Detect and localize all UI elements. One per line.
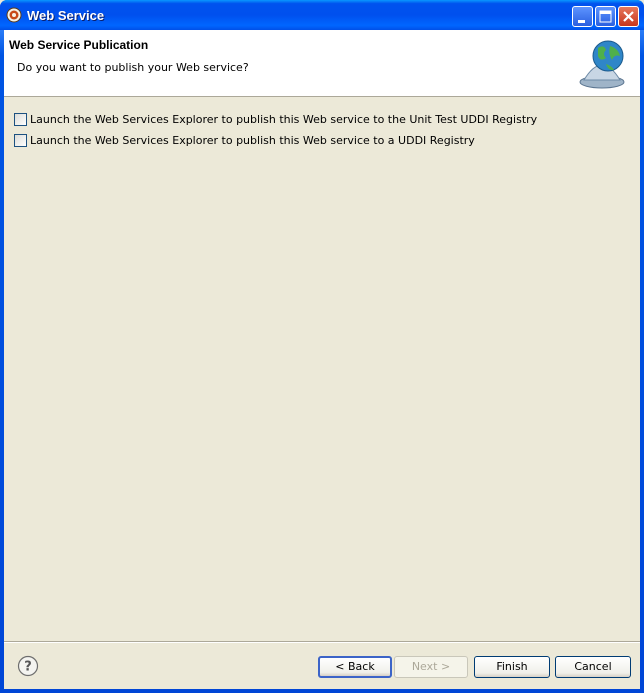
uddi-registry-checkbox[interactable] bbox=[14, 134, 27, 147]
unit-test-uddi-checkbox[interactable] bbox=[14, 113, 27, 126]
globe-service-bell-icon bbox=[576, 36, 628, 90]
minimize-button[interactable] bbox=[572, 6, 593, 27]
maximize-button[interactable] bbox=[595, 6, 616, 27]
finish-button[interactable]: Finish bbox=[474, 656, 550, 678]
publish-options: Launch the Web Services Explorer to publ… bbox=[14, 109, 537, 151]
option-unit-test-uddi[interactable]: Launch the Web Services Explorer to publ… bbox=[14, 109, 537, 130]
help-icon[interactable]: ? bbox=[17, 655, 39, 677]
unit-test-uddi-label[interactable]: Launch the Web Services Explorer to publ… bbox=[30, 113, 537, 126]
window-title: Web Service bbox=[27, 8, 105, 23]
page-description: Do you want to publish your Web service? bbox=[17, 61, 249, 74]
footer-separator bbox=[4, 641, 640, 643]
eclipse-gear-icon bbox=[6, 7, 22, 23]
uddi-registry-label[interactable]: Launch the Web Services Explorer to publ… bbox=[30, 134, 475, 147]
title-bar[interactable]: Web Service bbox=[0, 0, 644, 30]
next-button[interactable]: Next > bbox=[394, 656, 468, 678]
back-button[interactable]: < Back bbox=[318, 656, 392, 678]
wizard-window: Web Service Web Service Publication Do y… bbox=[0, 0, 644, 693]
page-title: Web Service Publication bbox=[9, 38, 149, 52]
close-button[interactable] bbox=[618, 6, 639, 27]
dialog-client-area: Web Service Publication Do you want to p… bbox=[4, 30, 640, 689]
wizard-header: Web Service Publication Do you want to p… bbox=[4, 30, 640, 97]
svg-text:?: ? bbox=[24, 660, 32, 675]
cancel-button[interactable]: Cancel bbox=[555, 656, 631, 678]
option-uddi-registry[interactable]: Launch the Web Services Explorer to publ… bbox=[14, 130, 537, 151]
